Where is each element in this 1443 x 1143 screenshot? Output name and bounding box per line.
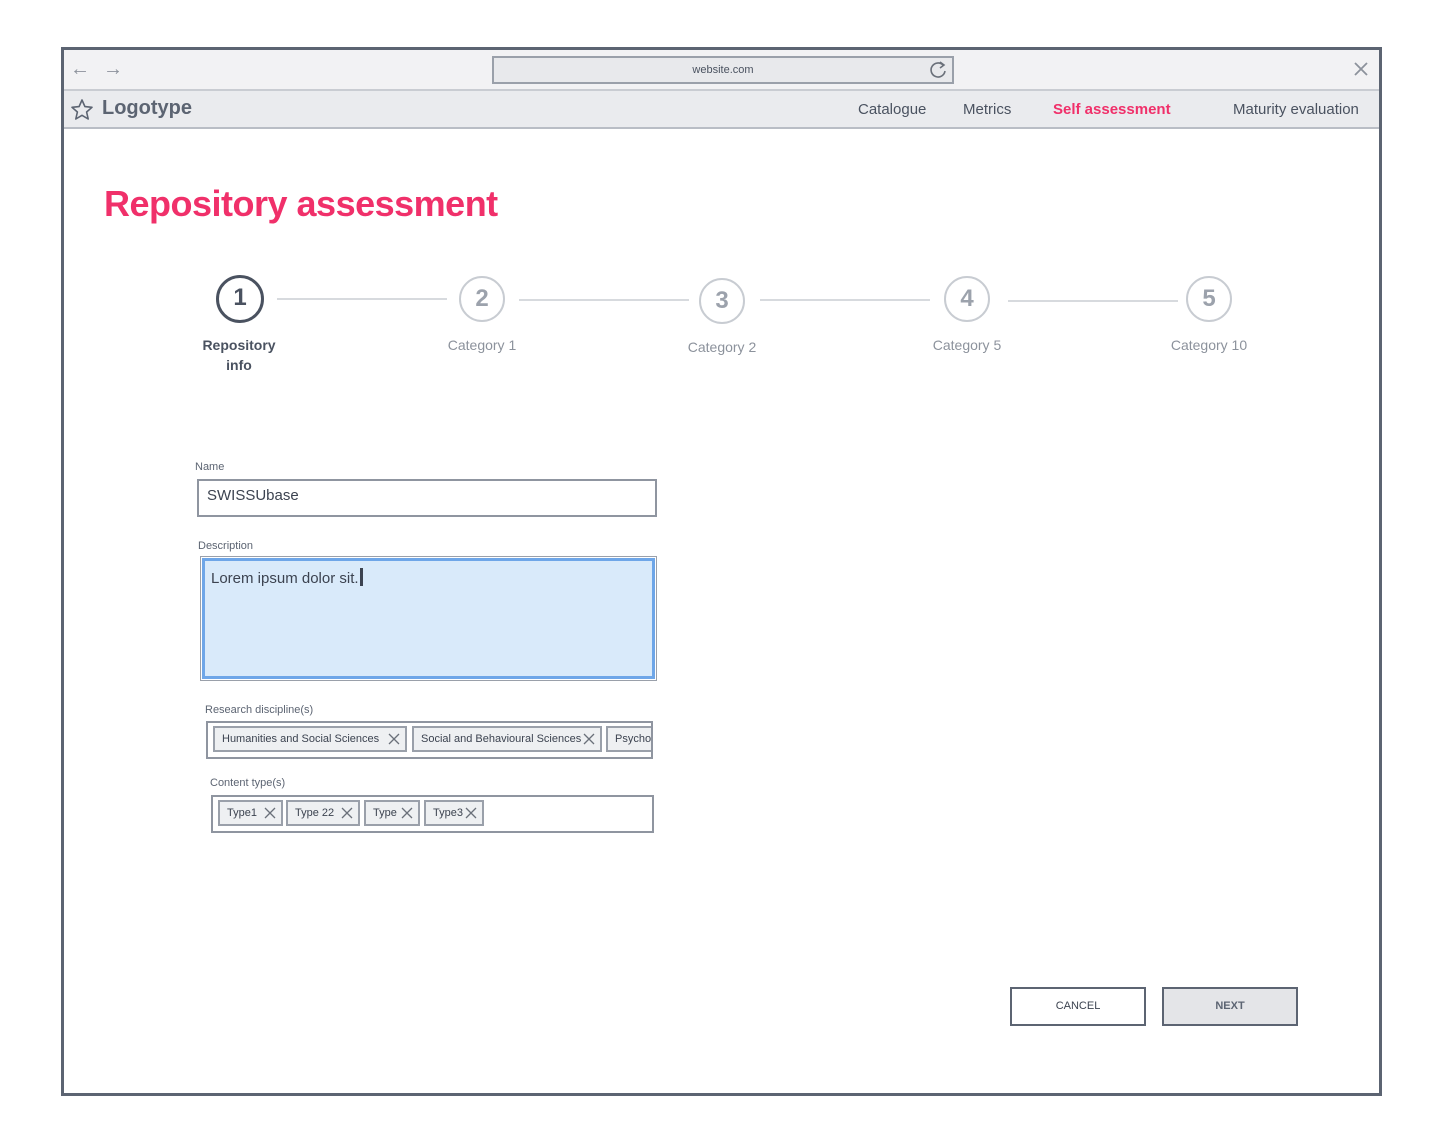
tag-label: Psycho: [615, 733, 652, 745]
tag-label: Type3: [433, 807, 463, 819]
step-2-label: Category 1: [447, 337, 517, 353]
close-icon[interactable]: [1351, 59, 1371, 79]
step-3-circle[interactable]: 3: [699, 278, 745, 324]
tag-label: Social and Behavioural Sciences: [421, 733, 582, 745]
tag-chip: Type 22: [286, 800, 360, 826]
step-4-label: Category 5: [932, 337, 1002, 353]
remove-tag-icon[interactable]: [583, 733, 595, 745]
back-arrow-icon[interactable]: ←: [69, 58, 91, 80]
description-text: Lorem ipsum dolor sit.: [211, 570, 359, 587]
star-logo-icon: [71, 99, 93, 120]
tag-label: Type1: [227, 807, 257, 819]
tag-chip: Type: [364, 800, 420, 826]
tag-chip: Type1: [218, 800, 283, 826]
text-caret: [359, 568, 363, 586]
nav-self-assessment[interactable]: Self assessment: [1053, 101, 1171, 118]
browser-window: ← → website.com Logotype Catalogue Metri…: [61, 47, 1382, 1096]
browser-toolbar: ← → website.com: [64, 50, 1379, 91]
logo-text[interactable]: Logotype: [102, 97, 192, 120]
url-text: website.com: [692, 64, 754, 76]
tag-chip: Type3: [424, 800, 484, 826]
nav-metrics[interactable]: Metrics: [963, 101, 1011, 118]
remove-tag-icon[interactable]: [388, 733, 400, 745]
address-bar[interactable]: website.com: [492, 56, 954, 84]
remove-tag-icon[interactable]: [264, 807, 276, 819]
disciplines-tag-input[interactable]: Humanities and Social Sciences Social an…: [206, 721, 653, 759]
tag-chip: Social and Behavioural Sciences: [412, 726, 602, 752]
reload-icon[interactable]: [928, 60, 948, 80]
stepper-connector: [277, 298, 447, 300]
app-header: Logotype Catalogue Metrics Self assessme…: [64, 91, 1379, 129]
step-1-circle[interactable]: 1: [216, 275, 264, 323]
content-types-tag-input[interactable]: Type1 Type 22 Type Type3: [211, 795, 654, 833]
remove-tag-icon[interactable]: [341, 807, 353, 819]
page-title: Repository assessment: [104, 183, 498, 224]
cancel-button[interactable]: CANCEL: [1010, 987, 1146, 1026]
step-3-label: Category 2: [687, 339, 757, 355]
name-input[interactable]: SWISSUbase: [197, 479, 657, 517]
forward-arrow-icon[interactable]: →: [102, 58, 124, 80]
tag-label: Type 22: [295, 807, 335, 819]
name-label: Name: [195, 461, 225, 473]
next-button[interactable]: NEXT: [1162, 987, 1298, 1026]
tag-chip: Psycho: [606, 726, 652, 752]
tag-label: Type: [373, 807, 397, 819]
nav-maturity-evaluation[interactable]: Maturity evaluation: [1233, 101, 1359, 118]
step-1-label: Repository info: [169, 335, 309, 375]
content-types-label: Content type(s): [210, 777, 286, 789]
description-label: Description: [198, 540, 254, 552]
tag-label: Humanities and Social Sciences: [222, 733, 380, 745]
step-2-circle[interactable]: 2: [459, 276, 505, 322]
step-4-circle[interactable]: 4: [944, 276, 990, 322]
disciplines-label: Research discipline(s): [205, 704, 314, 716]
step-1-label-text: Repository info: [202, 337, 276, 373]
stepper-connector: [1008, 300, 1178, 302]
remove-tag-icon[interactable]: [401, 807, 413, 819]
nav-catalogue[interactable]: Catalogue: [858, 101, 926, 118]
tag-chip: Humanities and Social Sciences: [213, 726, 407, 752]
stepper-connector: [760, 299, 930, 301]
stepper-connector: [519, 299, 689, 301]
step-5-circle[interactable]: 5: [1186, 276, 1232, 322]
remove-tag-icon[interactable]: [465, 807, 477, 819]
description-textarea[interactable]: Lorem ipsum dolor sit.: [200, 556, 657, 681]
step-5-label: Category 10: [1170, 337, 1248, 353]
